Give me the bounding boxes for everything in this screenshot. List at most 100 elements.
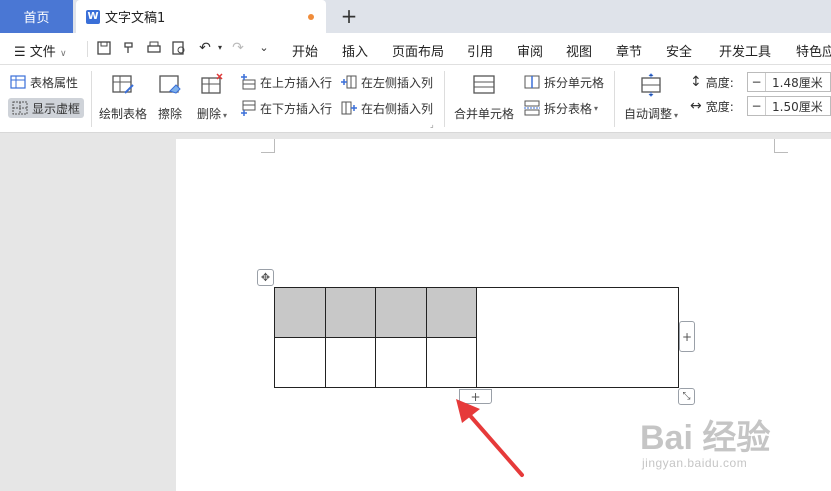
grid-icon <box>12 101 28 115</box>
insert-column-right-button[interactable]: 在右侧插入列 <box>341 98 433 118</box>
delete-label: 删除 <box>197 107 222 121</box>
draw-table-button[interactable]: 绘制表格 <box>99 73 147 122</box>
row-height-decrement[interactable]: − <box>748 73 766 91</box>
format-painter-icon[interactable] <box>121 40 137 56</box>
merge-cells-button[interactable]: 合并单元格 <box>454 73 514 122</box>
insert-column-left-button[interactable]: 在左侧插入列 <box>341 72 433 92</box>
insert-row-below-icon <box>241 100 256 116</box>
row-height-field[interactable]: − 1.48厘米 <box>747 72 831 92</box>
chevron-down-icon: ▾ <box>594 103 599 113</box>
erase-button[interactable]: 擦除 <box>158 73 182 122</box>
divider <box>87 41 88 57</box>
watermark-brand: Bai 经验 <box>640 419 771 457</box>
unsaved-dot-icon <box>308 14 314 20</box>
menu-item-features[interactable]: 特色应 <box>796 41 831 60</box>
auto-fit-label: 自动调整 <box>624 107 673 121</box>
split-cells-button[interactable]: 拆分单元格 <box>524 72 604 92</box>
red-arrow-annotation <box>456 399 524 477</box>
menu-item-references[interactable]: 引用 <box>467 41 493 60</box>
add-column-button[interactable]: + <box>679 321 695 352</box>
document-table[interactable] <box>274 287 679 388</box>
delete-table-icon <box>201 73 223 94</box>
insert-row-below-button[interactable]: 在下方插入行 <box>240 98 332 118</box>
menu-item-review[interactable]: 审阅 <box>517 41 543 60</box>
menu-item-security[interactable]: 安全 <box>666 41 692 60</box>
split-cells-label: 拆分单元格 <box>544 75 605 90</box>
divider <box>91 71 92 127</box>
table-move-handle-icon[interactable]: ✥ <box>257 269 274 286</box>
customize-toolbar-icon[interactable]: ⌄ <box>256 40 272 56</box>
auto-fit-icon <box>641 73 661 97</box>
undo-icon[interactable]: ↶ <box>197 40 213 56</box>
print-icon[interactable] <box>146 40 162 56</box>
hamburger-icon: ☰ <box>14 45 26 60</box>
insert-column-right-label: 在右侧插入列 <box>361 101 434 116</box>
insert-row-above-label: 在上方插入行 <box>260 75 333 90</box>
insert-column-left-icon <box>341 75 357 89</box>
divider <box>614 71 615 127</box>
menu-item-view[interactable]: 视图 <box>566 41 592 60</box>
insert-column-left-label: 在左侧插入列 <box>361 75 434 90</box>
menu-item-developer[interactable]: 开发工具 <box>719 41 771 60</box>
split-table-label: 拆分表格 <box>544 101 593 116</box>
divider <box>444 71 445 127</box>
table-cell[interactable] <box>326 338 376 387</box>
insert-column-right-icon <box>341 101 357 115</box>
margin-marker <box>774 139 788 153</box>
insert-row-below-label: 在下方插入行 <box>260 101 333 116</box>
margin-marker <box>261 139 275 153</box>
row-height-label: 高度: <box>705 75 734 90</box>
draw-table-icon <box>112 75 134 94</box>
table-cell[interactable] <box>275 338 326 387</box>
table-properties-label: 表格属性 <box>30 75 79 90</box>
table-cell-merged[interactable] <box>477 288 678 387</box>
table-cell[interactable] <box>427 338 477 387</box>
menu-item-insert[interactable]: 插入 <box>342 41 368 60</box>
table-cell[interactable] <box>376 338 427 387</box>
draw-table-label: 绘制表格 <box>99 107 148 121</box>
insert-row-above-button[interactable]: 在上方插入行 <box>240 72 332 92</box>
table-properties-icon <box>10 75 26 89</box>
tab-bar: 首页 W 文字文稿1 + <box>0 0 831 33</box>
table-properties-button[interactable]: 表格属性 <box>10 72 78 92</box>
split-cells-icon <box>524 75 540 89</box>
split-table-icon <box>524 100 540 116</box>
save-icon[interactable] <box>96 40 112 56</box>
menu-item-chapter[interactable]: 章节 <box>616 41 642 60</box>
column-width-value[interactable]: 1.50厘米 <box>766 98 823 115</box>
delete-button[interactable]: 删除 ▾ <box>197 73 227 122</box>
menu-bar: ☰ 文件 ∨ ↶ ▾ ↷ ⌄ 开始 插入 页面布局 引用 审阅 视图 章节 安全… <box>0 33 831 65</box>
table-cell[interactable] <box>326 288 376 338</box>
chevron-down-icon: ∨ <box>59 49 67 59</box>
tab-home[interactable]: 首页 <box>0 0 73 33</box>
merge-cells-icon <box>473 75 495 94</box>
document-title: 文字文稿1 <box>105 11 166 26</box>
eraser-icon <box>159 75 181 94</box>
column-width-label: 宽度: <box>705 99 734 114</box>
row-height-icon: ↕ <box>690 74 702 90</box>
split-table-button[interactable]: 拆分表格 ▾ <box>524 98 598 118</box>
column-width-decrement[interactable]: − <box>748 97 766 115</box>
auto-fit-button[interactable]: 自动调整 ▾ <box>624 73 678 122</box>
file-menu[interactable]: ☰ 文件 ∨ <box>14 41 67 60</box>
table-cell[interactable] <box>275 288 326 338</box>
row-height-value[interactable]: 1.48厘米 <box>766 74 823 91</box>
show-grid-label: 显示虚框 <box>32 101 81 116</box>
row-height-label-group: ↕ 高度: <box>690 72 734 92</box>
tab-document[interactable]: W 文字文稿1 <box>76 0 326 33</box>
menu-item-start[interactable]: 开始 <box>292 41 318 60</box>
print-preview-icon[interactable] <box>171 40 187 56</box>
wps-writer-icon: W <box>86 9 100 24</box>
chevron-down-icon: ▾ <box>674 111 679 120</box>
merge-cells-label: 合并单元格 <box>454 107 515 121</box>
column-width-field[interactable]: − 1.50厘米 <box>747 96 831 116</box>
watermark-url: jingyan.baidu.com <box>642 456 748 470</box>
redo-icon[interactable]: ↷ <box>230 40 246 56</box>
new-tab-button[interactable]: + <box>338 4 360 28</box>
table-cell[interactable] <box>376 288 427 338</box>
ribbon-group-expand-icon[interactable]: ⌟ <box>430 119 434 129</box>
menu-item-page-layout[interactable]: 页面布局 <box>392 41 444 60</box>
show-grid-button[interactable]: 显示虚框 <box>8 98 85 118</box>
undo-dropdown-icon[interactable]: ▾ <box>212 40 228 56</box>
table-cell[interactable] <box>427 288 477 338</box>
